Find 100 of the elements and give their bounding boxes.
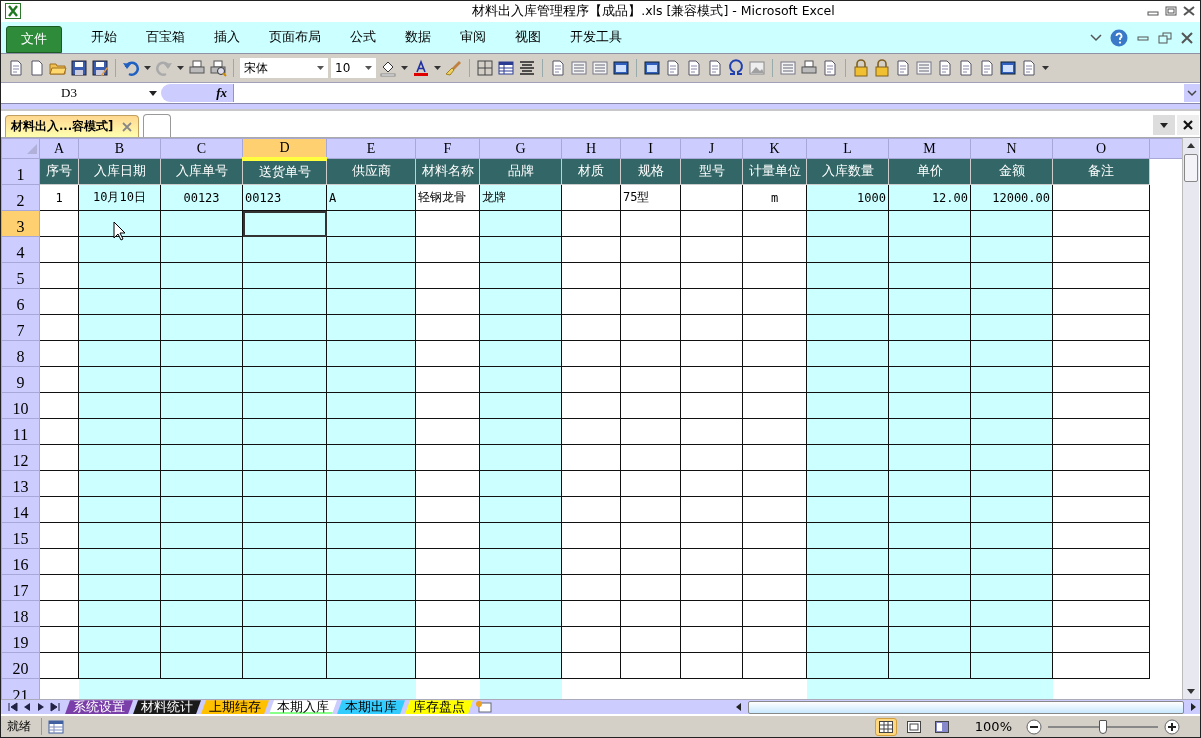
print-preview-icon[interactable] <box>209 59 227 78</box>
last-sheet-icon[interactable] <box>49 701 61 714</box>
ribbon-tab[interactable]: 插入 <box>214 28 240 53</box>
document-icon[interactable] <box>549 59 567 78</box>
row-header[interactable]: 11 <box>1 418 40 445</box>
expand-icon[interactable] <box>1184 84 1200 103</box>
font-color-icon[interactable] <box>412 59 430 78</box>
row-header[interactable]: 3 <box>1 210 40 237</box>
save-icon[interactable] <box>70 59 88 78</box>
align-icon[interactable] <box>518 59 536 78</box>
active-cell[interactable] <box>242 210 327 237</box>
sheet-tab[interactable]: 系统设置 <box>65 700 133 715</box>
help-icon[interactable] <box>1110 28 1128 47</box>
close-icon[interactable] <box>1180 31 1194 44</box>
lock-icon[interactable] <box>852 59 870 78</box>
row-header[interactable]: 14 <box>1 496 40 523</box>
zoom-out-icon[interactable] <box>1026 718 1042 735</box>
ribbon-tab[interactable]: 审阅 <box>460 28 486 53</box>
sheet-tab[interactable]: 本期出库 <box>337 700 405 715</box>
column-header[interactable]: D <box>242 138 327 159</box>
new-document-icon[interactable] <box>28 59 46 78</box>
zoom-in-icon[interactable] <box>1164 718 1180 735</box>
insert-sheet-icon[interactable] <box>473 700 495 715</box>
document-tab[interactable]: 材料出入...容模式] <box>5 115 139 138</box>
maximize-icon[interactable] <box>1164 6 1178 17</box>
document-icon[interactable] <box>894 59 912 78</box>
row-header[interactable]: 2 <box>1 184 40 211</box>
row-header[interactable]: 5 <box>1 262 40 289</box>
caret-icon[interactable] <box>365 66 372 71</box>
row-header[interactable]: 12 <box>1 444 40 471</box>
ribbon-tab[interactable]: 百宝箱 <box>146 28 185 53</box>
zoom-slider-thumb[interactable] <box>1099 719 1107 734</box>
column-header[interactable]: L <box>806 138 889 159</box>
save-as-icon[interactable] <box>91 59 109 78</box>
undo-icon[interactable] <box>122 59 140 78</box>
row-header[interactable]: 15 <box>1 522 40 549</box>
ribbon-tab[interactable]: 公式 <box>350 28 376 53</box>
row-header[interactable]: 16 <box>1 548 40 575</box>
lock-icon[interactable] <box>873 59 891 78</box>
sheet-tab[interactable]: 材料统计 <box>133 700 201 715</box>
ribbon-tab[interactable]: 视图 <box>515 28 541 53</box>
first-sheet-icon[interactable] <box>7 701 19 714</box>
column-header[interactable]: I <box>620 138 681 159</box>
column-header[interactable]: H <box>561 138 621 159</box>
document-icon[interactable] <box>957 59 975 78</box>
ribbon-tab[interactable]: 数据 <box>405 28 431 53</box>
scrollbar-thumb[interactable] <box>1184 154 1198 183</box>
column-header[interactable]: N <box>970 138 1053 159</box>
close-icon[interactable] <box>1177 115 1199 136</box>
column-header[interactable]: F <box>415 138 480 159</box>
dropdown-icon[interactable] <box>1153 115 1175 136</box>
ribbon-tab[interactable]: 开始 <box>91 28 117 53</box>
font-size-dropdown[interactable]: 10 <box>331 58 376 79</box>
column-header[interactable]: O <box>1052 138 1150 159</box>
column-header[interactable]: B <box>78 138 161 159</box>
caret-icon[interactable] <box>1042 66 1049 71</box>
caret-icon[interactable] <box>149 90 157 96</box>
row-header[interactable]: 13 <box>1 470 40 497</box>
row-header[interactable]: 10 <box>1 392 40 419</box>
insert-function-button[interactable]: fx <box>216 85 227 102</box>
collapse-ribbon-icon[interactable] <box>1090 32 1102 43</box>
sheet-tab[interactable]: 上期结存 <box>201 700 269 715</box>
caret-icon[interactable] <box>177 66 184 71</box>
row-header[interactable]: 20 <box>1 652 40 679</box>
symbol-icon[interactable] <box>727 59 745 78</box>
file-menu-button[interactable]: 文件 <box>6 25 62 53</box>
document-icon[interactable] <box>706 59 724 78</box>
window-icon[interactable] <box>612 59 630 78</box>
document-icon[interactable] <box>936 59 954 78</box>
row-header[interactable]: 7 <box>1 314 40 341</box>
column-header[interactable]: E <box>326 138 416 159</box>
column-header[interactable]: G <box>479 138 562 159</box>
caret-icon[interactable] <box>317 66 324 71</box>
ribbon-tab[interactable]: 开发工具 <box>570 28 622 53</box>
sheet-tab[interactable]: 库存盘点 <box>405 700 473 715</box>
name-box[interactable]: D3 <box>1 85 161 102</box>
row-header[interactable]: 4 <box>1 236 40 263</box>
new-tab-button[interactable] <box>143 114 171 138</box>
vertical-scrollbar[interactable] <box>1182 138 1199 700</box>
document-icon[interactable] <box>685 59 703 78</box>
sheet-tab[interactable]: 本期入库 <box>269 700 337 715</box>
window-icon[interactable] <box>999 59 1017 78</box>
column-header[interactable]: M <box>888 138 971 159</box>
column-header[interactable]: C <box>160 138 243 159</box>
table-icon[interactable] <box>497 59 515 78</box>
caret-icon[interactable] <box>144 66 151 71</box>
zoom-level[interactable]: 100% <box>974 719 1012 735</box>
row-header[interactable]: 1 <box>1 158 40 185</box>
caret-icon[interactable] <box>401 66 408 71</box>
restore-icon[interactable] <box>1158 31 1172 44</box>
document-icon[interactable] <box>821 59 839 78</box>
fill-color-icon[interactable] <box>379 59 397 78</box>
column-header[interactable]: A <box>39 138 79 159</box>
caret-icon[interactable] <box>434 66 441 71</box>
font-name-dropdown[interactable]: 宋体 <box>240 58 328 79</box>
document-icon[interactable] <box>7 59 25 78</box>
row-header[interactable]: 18 <box>1 600 40 627</box>
row-header[interactable]: 9 <box>1 366 40 393</box>
borders-icon[interactable] <box>476 59 494 78</box>
row-header[interactable]: 8 <box>1 340 40 367</box>
